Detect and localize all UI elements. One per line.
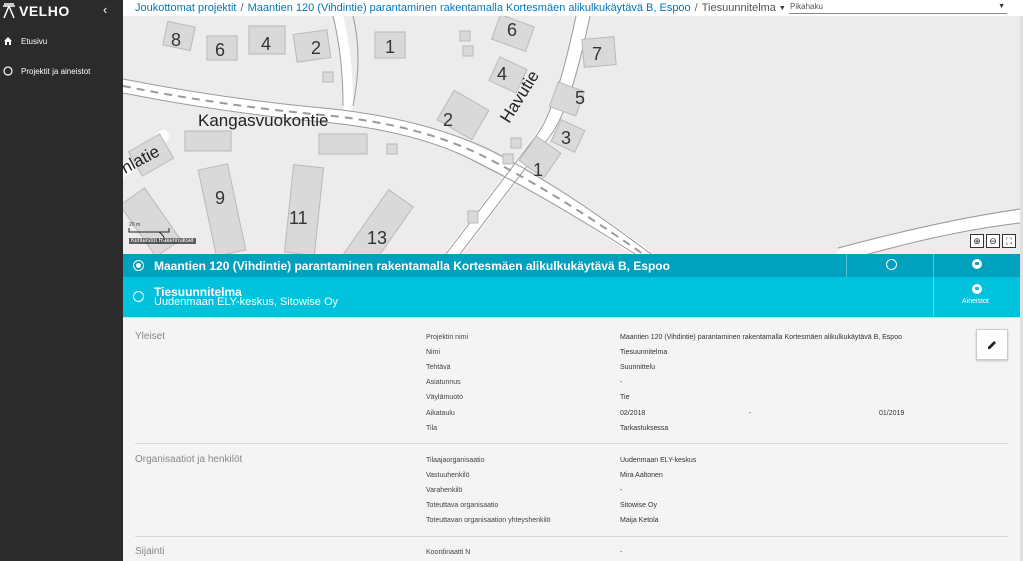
map-house-number: 1	[533, 160, 543, 180]
field-label: Projektin nimi	[426, 334, 469, 341]
field-label: Varahenkilö	[426, 487, 463, 494]
sidebar-item-label: Etusivu	[21, 36, 48, 46]
section-divider	[135, 443, 1008, 444]
field-label: Toteuttava organisaatio	[426, 502, 499, 509]
aineistot-button[interactable]: Aineistot	[962, 298, 989, 305]
field-value: Suunnittelu	[620, 364, 656, 371]
map-house-number: 1	[385, 37, 395, 57]
map-house-number: 8	[171, 30, 181, 50]
field-value: -	[620, 549, 623, 556]
cloud-icon[interactable]	[972, 284, 982, 294]
app-root: VELHO ‹ Etusivu Projektit ja aineistot J…	[0, 0, 1023, 561]
sidebar-item-projektit[interactable]: Projektit ja aineistot	[0, 60, 123, 82]
breadcrumb-item-current[interactable]: Tiesuunnitelma	[702, 2, 776, 14]
breadcrumb: Joukottomat projektit / Maantien 120 (Vi…	[123, 0, 1023, 16]
map-street-label: Kangasvuokontie	[198, 111, 328, 130]
field-value: Tarkastuksessa	[620, 425, 669, 432]
column-divider	[933, 254, 934, 277]
map-scale-label: 20 m	[129, 222, 141, 228]
field-value: Tiesuunnitelma	[620, 349, 668, 356]
field-label: Tila	[426, 425, 438, 432]
zoom-out-icon[interactable]: ⊖	[986, 234, 1000, 248]
map-canvas: 8 6 4 2 1 6 7 4 5 2 3 1 9 11 13 Kangasvu…	[123, 16, 1020, 254]
search-input[interactable]: Pikahaku ▼	[789, 0, 1007, 14]
section-title-yleiset: Yleiset	[135, 331, 166, 342]
breadcrumb-separator: /	[240, 2, 244, 14]
details-panel: Yleiset Projektin nimi Maantien 120 (Vih…	[123, 317, 1020, 561]
field-label: Koordinaatti N	[426, 549, 471, 556]
map-controls: ⊕ ⊖ ⛶	[970, 234, 1016, 248]
project-status-radio[interactable]	[886, 259, 897, 270]
map-house-number: 4	[497, 64, 507, 84]
sidebar: VELHO ‹ Etusivu Projektit ja aineistot	[0, 0, 123, 561]
field-value: 02/2018	[620, 410, 646, 417]
sidebar-item-label: Projektit ja aineistot	[21, 66, 91, 76]
caret-down-icon[interactable]: ▼	[779, 5, 786, 12]
schedule-separator: -	[749, 410, 752, 417]
column-divider	[933, 277, 934, 317]
home-icon	[3, 36, 13, 46]
breadcrumb-item-joukottomat[interactable]: Joukottomat projektit	[135, 2, 237, 14]
map-house-number: 6	[215, 40, 225, 60]
map-house-number: 13	[367, 228, 387, 248]
project-header[interactable]: Maantien 120 (Vihdintie) parantaminen ra…	[123, 254, 1020, 277]
project-title: Maantien 120 (Vihdintie) parantaminen ra…	[154, 259, 670, 273]
pencil-icon	[988, 340, 996, 349]
map-layer-legend[interactable]: Kiinteistöt Rakennukset	[129, 238, 196, 244]
section-title-organisaatiot: Organisaatiot ja henkilöt	[135, 454, 243, 465]
field-value: Maantien 120 (Vihdintie) parantaminen ra…	[620, 334, 902, 341]
chevron-left-icon[interactable]: ‹	[103, 2, 107, 17]
edit-button[interactable]	[976, 329, 1008, 360]
velho-logo-icon	[3, 3, 15, 19]
breadcrumb-separator: /	[694, 2, 698, 14]
field-label: Aikataulu	[426, 410, 455, 417]
map-house-number: 9	[215, 188, 225, 208]
map-house-number: 2	[443, 110, 453, 130]
dropdown-arrow-icon[interactable]: ▼	[998, 3, 1005, 10]
field-label: Nimi	[426, 349, 440, 356]
field-value: Mira Aaltonen	[620, 472, 663, 479]
circle-icon	[3, 66, 13, 76]
field-value: -	[620, 487, 623, 494]
project-radio[interactable]	[133, 260, 144, 271]
field-label: Väylämuoto	[426, 394, 463, 401]
map-view[interactable]: 8 6 4 2 1 6 7 4 5 2 3 1 9 11 13 Kangasvu…	[123, 16, 1020, 254]
schedule-end: 01/2019	[879, 410, 905, 417]
map-house-number: 6	[507, 20, 517, 40]
section-title-sijainti: Sijainti	[135, 546, 165, 557]
subproject-radio[interactable]	[133, 291, 144, 302]
field-label: Vastuuhenkilö	[426, 472, 470, 479]
field-value: -	[620, 379, 623, 386]
sidebar-item-etusivu[interactable]: Etusivu	[0, 30, 123, 52]
fullscreen-icon[interactable]: ⛶	[1002, 234, 1016, 248]
column-divider	[846, 254, 847, 277]
map-house-number: 7	[592, 44, 602, 64]
cloud-icon[interactable]	[972, 259, 982, 269]
zoom-in-icon[interactable]: ⊕	[970, 234, 984, 248]
map-house-number: 11	[289, 208, 308, 228]
app-name: VELHO	[19, 3, 70, 19]
map-house-number: 4	[261, 34, 271, 54]
search-placeholder: Pikahaku	[790, 2, 823, 11]
field-value: Uudenmaan ELY-keskus	[620, 457, 697, 464]
map-house-number: 5	[575, 88, 585, 108]
section-divider	[135, 536, 1008, 537]
field-value: Tie	[620, 394, 630, 401]
map-house-number: 3	[561, 128, 571, 148]
field-label: Asiatunnus	[426, 379, 461, 386]
field-label: Tilaajaorganisaatio	[426, 457, 485, 464]
subproject-header[interactable]: Tiesuunnitelma Uudenmaan ELY-keskus, Sit…	[123, 277, 1020, 317]
field-label: Toteuttavan organisaation yhteyshenkilö	[426, 517, 551, 524]
field-label: Tehtävä	[426, 364, 451, 371]
subproject-organizations: Uudenmaan ELY-keskus, Sitowise Oy	[154, 296, 339, 308]
field-value: Sitowise Oy	[620, 502, 657, 509]
field-value: Maija Ketola	[620, 517, 659, 524]
map-house-number: 2	[311, 38, 321, 58]
breadcrumb-item-project[interactable]: Maantien 120 (Vihdintie) parantaminen ra…	[248, 2, 691, 14]
